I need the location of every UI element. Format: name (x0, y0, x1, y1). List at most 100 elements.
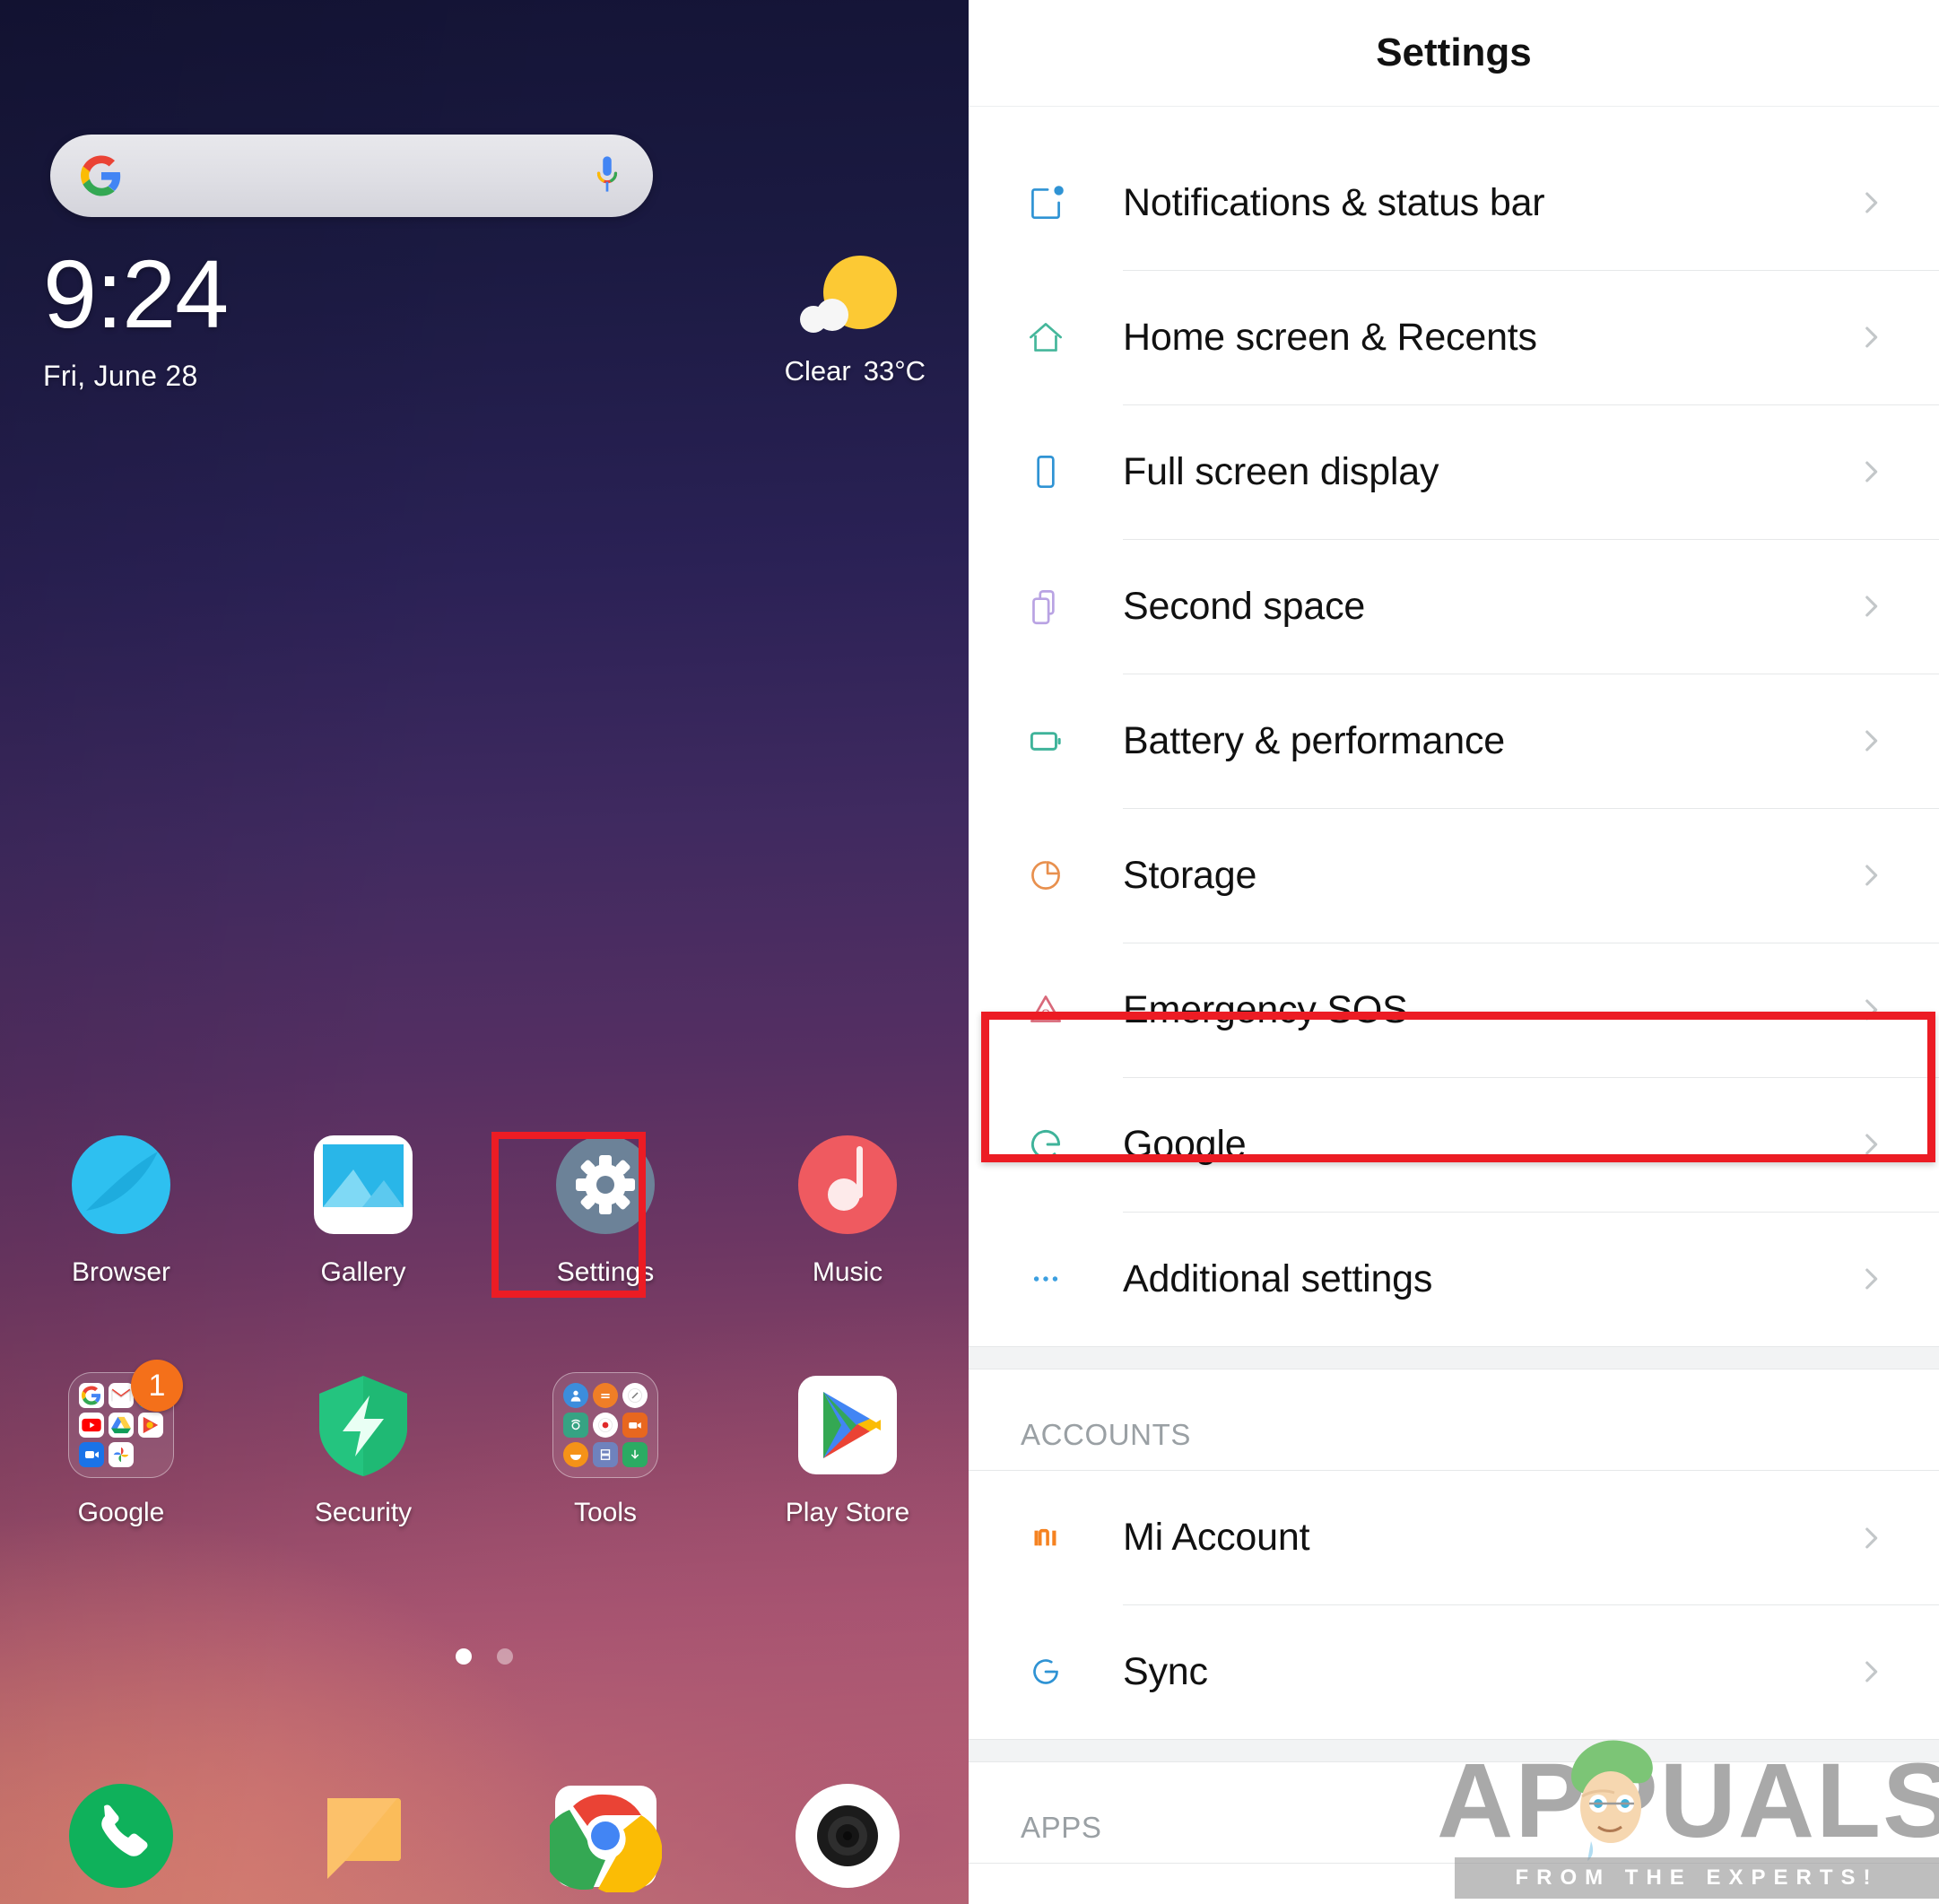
settings-group-main: Notifications & status bar Home screen &… (969, 135, 1939, 1346)
weather-condition: Clear (784, 355, 851, 387)
settings-row-label: Additional settings (1123, 1256, 1433, 1300)
mini-video-icon (622, 1413, 648, 1438)
play-store-icon (795, 1372, 900, 1478)
settings-row-battery-performance[interactable]: Battery & performance (969, 674, 1939, 808)
page-dot-2[interactable] (497, 1648, 513, 1665)
mini-downloads-icon (622, 1442, 648, 1467)
app-folder-tools[interactable]: Tools (484, 1372, 726, 1528)
notification-box-icon (969, 180, 1123, 225)
dock-messages[interactable] (242, 1780, 484, 1892)
chevron-right-icon (1851, 322, 1891, 352)
settings-gear-icon (552, 1132, 658, 1238)
chevron-right-icon (1851, 1129, 1891, 1160)
sync-circle-icon (969, 1649, 1123, 1694)
pie-chart-icon (969, 853, 1123, 898)
settings-row-label: Notifications & status bar (1123, 180, 1545, 224)
weather-widget[interactable]: Clear 33°C (772, 247, 926, 387)
app-label: Browser (71, 1257, 171, 1287)
section-header-apps: APPS (969, 1762, 1939, 1863)
settings-row-google[interactable]: Google (969, 1077, 1939, 1212)
app-folder-google[interactable]: 1 Google (0, 1360, 242, 1528)
home-outline-icon (969, 315, 1123, 360)
settings-row-emergency-sos[interactable]: S Emergency SOS (969, 943, 1939, 1077)
app-label: Tools (573, 1498, 638, 1527)
app-settings[interactable]: Settings (484, 1132, 726, 1288)
mini-contacts-icon (563, 1383, 588, 1408)
section-separator (969, 1739, 1939, 1762)
settings-row-second-space[interactable]: Second space (969, 539, 1939, 674)
chevron-right-icon (1851, 860, 1891, 891)
dock-phone[interactable] (0, 1780, 242, 1892)
chevron-right-icon (1851, 726, 1891, 756)
page-title: Settings (1376, 30, 1532, 74)
mini-recorder-icon (593, 1413, 618, 1438)
settings-row-storage[interactable]: Storage (969, 808, 1939, 943)
chevron-right-icon (1851, 995, 1891, 1025)
weather-sun-cloud-icon (800, 256, 898, 341)
dock (0, 1780, 969, 1895)
settings-list[interactable]: Notifications & status bar Home screen &… (969, 106, 1939, 1904)
messages-icon (308, 1780, 420, 1892)
settings-row-full-screen[interactable]: Full screen display (969, 404, 1939, 539)
mi-logo-icon (969, 1516, 1123, 1561)
settings-row-label: Mi Account (1123, 1516, 1310, 1559)
tools-folder-icon (552, 1372, 658, 1478)
mini-calculator-icon (593, 1383, 618, 1408)
settings-row-mi-account[interactable]: Mi Account (969, 1470, 1939, 1604)
microphone-icon[interactable] (592, 155, 622, 196)
mini-compass-icon (622, 1383, 648, 1408)
app-grid-row-1: Browser Gallery Settings Music (0, 1132, 969, 1288)
security-shield-icon (310, 1372, 416, 1478)
settings-row-label: Full screen display (1123, 449, 1439, 493)
browser-icon (68, 1132, 174, 1238)
settings-row-label: Google (1123, 1122, 1247, 1166)
app-label: Google (77, 1498, 165, 1527)
settings-row-label: Storage (1123, 853, 1257, 897)
google-search-bar[interactable] (50, 135, 653, 217)
google-g-icon (81, 155, 122, 196)
svg-text:S: S (1041, 1007, 1050, 1022)
chevron-right-icon (1851, 1264, 1891, 1294)
mini-weather-icon (563, 1442, 588, 1467)
home-screen: 9:24 Fri, June 28 Clear 33°C Browser Gal… (0, 0, 969, 1904)
section-separator (969, 1346, 1939, 1369)
weather-temperature: 33°C (863, 355, 926, 387)
settings-row-label: Battery & performance (1123, 718, 1505, 762)
app-browser[interactable]: Browser (0, 1132, 242, 1288)
apps-group-stub (969, 1863, 1939, 1904)
ellipsis-icon (969, 1256, 1123, 1301)
mini-duo-icon (79, 1442, 104, 1467)
app-security[interactable]: Security (242, 1372, 484, 1528)
sos-triangle-icon: S (969, 987, 1123, 1032)
app-label: Music (812, 1257, 883, 1287)
app-grid-row-2: 1 Google Security Tools Play Store (0, 1360, 969, 1528)
camera-icon (792, 1780, 904, 1892)
mini-photos-icon (109, 1442, 134, 1467)
phone-icon (65, 1780, 178, 1892)
mini-youtube-icon (79, 1413, 104, 1438)
section-header-accounts: ACCOUNTS (969, 1369, 1939, 1470)
battery-icon (969, 718, 1123, 763)
clock-widget[interactable]: 9:24 Fri, June 28 (43, 246, 229, 393)
clock-weather-widget[interactable]: 9:24 Fri, June 28 Clear 33°C (0, 246, 969, 393)
app-play-store[interactable]: Play Store (726, 1372, 969, 1528)
settings-row-sync[interactable]: Sync (969, 1604, 1939, 1739)
mini-gmail-icon (109, 1383, 134, 1408)
google-g-icon (969, 1122, 1123, 1167)
notification-badge: 1 (131, 1360, 183, 1412)
page-dot-1[interactable] (456, 1648, 472, 1665)
music-note-icon (795, 1132, 900, 1238)
settings-row-additional-settings[interactable]: Additional settings (969, 1212, 1939, 1346)
settings-row-home-screen[interactable]: Home screen & Recents (969, 270, 1939, 404)
settings-row-notifications[interactable]: Notifications & status bar (969, 135, 1939, 270)
app-gallery[interactable]: Gallery (242, 1132, 484, 1288)
chevron-right-icon (1851, 1523, 1891, 1553)
app-music[interactable]: Music (726, 1132, 969, 1288)
mini-notes-icon (593, 1442, 618, 1467)
dock-chrome[interactable] (484, 1780, 726, 1895)
chevron-right-icon (1851, 591, 1891, 622)
page-indicator[interactable] (0, 1648, 969, 1665)
clipped-row-above (969, 107, 1939, 135)
gallery-icon (310, 1132, 416, 1238)
dock-camera[interactable] (726, 1780, 969, 1892)
